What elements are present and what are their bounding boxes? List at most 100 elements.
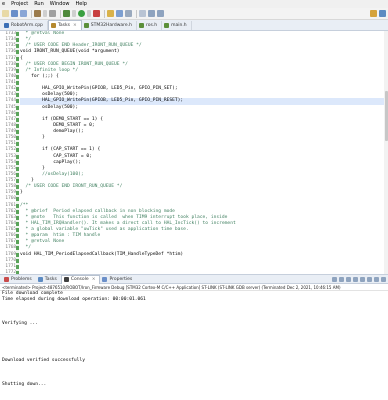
- editor-tab[interactable]: Tasks ×: [47, 20, 82, 30]
- code-area[interactable]: 1733 * @retval None 1734 */1735 /* USER C…: [5, 31, 384, 274]
- change-marker: [16, 154, 19, 159]
- code-text: demoPlay();: [20, 129, 84, 134]
- scroll-lock-icon[interactable]: [353, 276, 358, 282]
- code-text: //osDelay(100);: [20, 171, 84, 177]
- panel-tab[interactable]: Problems: [2, 275, 36, 284]
- change-marker: [16, 215, 19, 220]
- file-icon: [50, 23, 56, 28]
- panel-tab-label: Tasks: [44, 276, 57, 282]
- code-text: * @retval None: [20, 31, 65, 36]
- code-text: * @param htim : TIM handle: [20, 233, 101, 239]
- change-marker: [16, 148, 19, 153]
- editor-tab-label: RobotArm.cpp: [11, 23, 43, 28]
- change-marker: [16, 62, 19, 67]
- menu-item[interactable]: e: [2, 0, 5, 8]
- pin-console-icon[interactable]: [360, 276, 365, 282]
- debug-icon[interactable]: [63, 10, 70, 17]
- menu-item[interactable]: Help: [76, 0, 87, 8]
- change-marker: [16, 252, 19, 257]
- change-marker: [16, 81, 19, 85]
- save-icon[interactable]: [11, 10, 18, 17]
- debug-dropdown-icon[interactable]: [72, 10, 76, 17]
- change-marker: [16, 111, 19, 116]
- panel-tab-icon: [37, 276, 43, 282]
- editor-tab-bar: RobotArm.cpp Tasks × STM32Hardware.h ros.h ma…: [0, 20, 388, 31]
- search-icon[interactable]: [107, 10, 114, 17]
- forward-icon[interactable]: [157, 10, 164, 17]
- code-text: DEMO_START = 0;: [20, 122, 95, 128]
- change-marker: [16, 264, 19, 269]
- maximize-icon[interactable]: [381, 276, 386, 282]
- scrollbar-thumb[interactable]: [384, 91, 388, 141]
- code-text: */: [20, 37, 32, 43]
- file-icon: [138, 23, 144, 28]
- panel-tab[interactable]: Tasks: [36, 275, 61, 284]
- code-text: capPlay();: [20, 159, 81, 165]
- code-editor[interactable]: 1733 * @retval None 1734 */1735 /* USER C…: [0, 31, 388, 274]
- editor-tab-label: STM32Hardware.h: [90, 23, 132, 28]
- change-marker: [16, 191, 19, 196]
- change-marker: [16, 136, 19, 141]
- settings-icon[interactable]: [49, 10, 56, 17]
- code-text: HAL_GPIO_WritePin(GPIOB, LED5_Pin, GPIO_…: [20, 86, 178, 92]
- change-marker: [16, 117, 19, 122]
- next-annotation-icon[interactable]: [139, 10, 146, 17]
- code-text: /* USER CODE BEGIN IRONT_RUN_QUEUE */: [20, 61, 128, 67]
- clear-console-icon[interactable]: [346, 276, 351, 282]
- change-marker: [16, 44, 19, 49]
- editor-tab-label: Tasks: [57, 23, 70, 28]
- menu-item[interactable]: Run: [34, 0, 44, 8]
- run-icon[interactable]: [78, 10, 85, 17]
- panel-tab[interactable]: Console ×: [60, 274, 101, 284]
- code-text: CAP_START = 0;: [20, 153, 92, 159]
- panel-tab[interactable]: Properties: [100, 275, 136, 284]
- panel-tab-label: Console: [70, 277, 89, 282]
- open-task-icon[interactable]: [125, 10, 132, 17]
- change-marker: [16, 142, 19, 147]
- close-icon[interactable]: ×: [73, 23, 77, 28]
- editor-tab[interactable]: STM32Hardware.h: [82, 21, 137, 30]
- code-text: * @brief Period elapsed callback in non …: [20, 208, 175, 214]
- perspective-debug-icon[interactable]: [379, 10, 386, 17]
- save-all-icon[interactable]: [20, 10, 27, 17]
- panel-tab-label: Problems: [11, 276, 32, 282]
- stop-icon[interactable]: [93, 10, 100, 17]
- vertical-scrollbar[interactable]: [384, 31, 388, 274]
- build-dropdown-icon[interactable]: [43, 10, 47, 17]
- panel-tab-icon: [4, 276, 9, 282]
- perspective-icon[interactable]: [370, 10, 377, 17]
- toolbar-separator: [31, 9, 32, 18]
- menu-item[interactable]: Window: [50, 0, 70, 8]
- terminate-icon[interactable]: [332, 276, 337, 282]
- display-console-icon[interactable]: [367, 276, 372, 282]
- run-dropdown-icon[interactable]: [87, 10, 91, 17]
- change-marker: [16, 99, 19, 104]
- back-icon[interactable]: [148, 10, 155, 17]
- remove-launch-icon[interactable]: [339, 276, 344, 282]
- close-icon[interactable]: ×: [92, 277, 96, 282]
- minimize-icon[interactable]: [374, 276, 379, 282]
- change-marker: [16, 209, 19, 214]
- build-icon[interactable]: [34, 10, 41, 17]
- change-marker: [16, 50, 19, 55]
- change-marker: [16, 93, 19, 98]
- panel-tab-bar: Problems Tasks Console × Properties: [0, 274, 388, 284]
- code-text: HAL_GPIO_WritePin(GPIOB, LED5_Pin, GPIO_…: [20, 98, 184, 104]
- change-marker: [16, 185, 19, 190]
- open-type-icon[interactable]: [116, 10, 123, 17]
- code-text: * HAL_TIM_IRQHandler(). It makes a direc…: [20, 220, 236, 226]
- code-text: if (DEMO_START == 1) {: [20, 116, 103, 122]
- toolbar: [0, 8, 388, 20]
- code-text: * a global variable "uwTick" used as app…: [20, 227, 189, 232]
- editor-tab[interactable]: main.h: [162, 21, 192, 30]
- code-text: * @note This function is called when TIM…: [20, 214, 228, 220]
- code-text: */: [20, 245, 32, 251]
- new-file-icon[interactable]: [2, 10, 9, 17]
- change-marker: [16, 172, 19, 177]
- editor-tab[interactable]: RobotArm.cpp: [2, 21, 48, 30]
- console-line: Shutting down...: [2, 382, 47, 388]
- console-output[interactable]: File download complete Time elapsed durin…: [0, 291, 388, 400]
- menu-item[interactable]: Project: [11, 0, 28, 8]
- editor-tab[interactable]: ros.h: [137, 21, 163, 30]
- code-text: for (;;) {: [20, 73, 59, 79]
